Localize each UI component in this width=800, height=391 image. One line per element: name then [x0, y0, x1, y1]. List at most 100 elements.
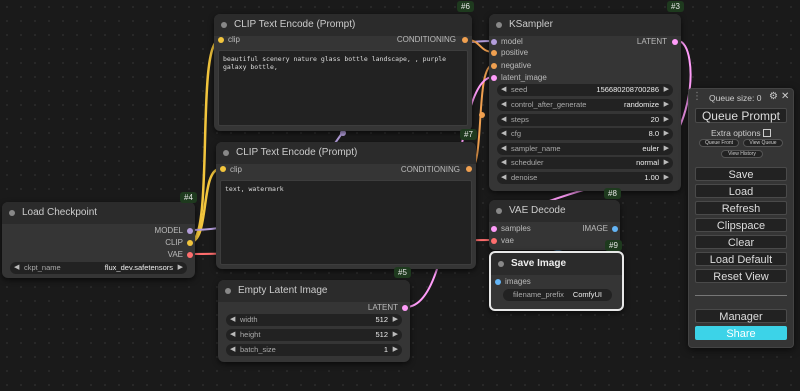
- image-output-pin[interactable]: [612, 226, 618, 232]
- increment-arrow-icon[interactable]: ▶: [393, 329, 398, 341]
- node-title[interactable]: VAE Decode: [489, 200, 620, 222]
- increment-arrow-icon[interactable]: ▶: [393, 344, 398, 356]
- denoise-widget[interactable]: ◀ denoise 1.00 ▶: [497, 172, 673, 184]
- node-title[interactable]: Save Image: [491, 253, 622, 275]
- decrement-arrow-icon[interactable]: ◀: [501, 157, 506, 169]
- decrement-arrow-icon[interactable]: ◀: [501, 172, 506, 184]
- increment-arrow-icon[interactable]: ▶: [664, 114, 669, 126]
- samples-input-pin[interactable]: [491, 226, 497, 232]
- images-input-label: images: [505, 277, 531, 286]
- clip-text-encode-negative-node[interactable]: CLIP Text Encode (Prompt) clip CONDITION…: [216, 142, 476, 269]
- queue-prompt-button[interactable]: Queue Prompt: [695, 108, 787, 123]
- save-image-node[interactable]: Save Image images filename_prefix ComfyU…: [489, 251, 624, 311]
- empty-latent-image-node[interactable]: Empty Latent Image LATENT ◀ width 512 ▶ …: [218, 280, 410, 362]
- decrement-arrow-icon[interactable]: ◀: [14, 262, 19, 274]
- node-title[interactable]: Load Checkpoint: [2, 202, 195, 224]
- height-widget[interactable]: ◀ height 512 ▶: [226, 329, 402, 341]
- clip-output-pin[interactable]: [187, 240, 193, 246]
- model-input-pin[interactable]: [491, 39, 497, 45]
- drag-handle-icon[interactable]: ⋮: [692, 91, 702, 102]
- width-widget[interactable]: ◀ width 512 ▶: [226, 314, 402, 326]
- conditioning-output-pin[interactable]: [462, 37, 468, 43]
- vae-decode-node[interactable]: VAE Decode samples vae IMAGE: [489, 200, 620, 250]
- ckpt-name-widget[interactable]: ◀ ckpt_name flux_dev.safetensors ▶: [10, 262, 187, 274]
- latent-image-input-label: latent_image: [501, 73, 547, 82]
- clipspace-button[interactable]: Clipspace: [695, 218, 787, 232]
- prompt-textarea[interactable]: beautiful scenery nature glass bottle la…: [218, 50, 468, 126]
- view-history-button[interactable]: View History: [721, 150, 763, 158]
- cfg-widget[interactable]: ◀ cfg 8.0 ▶: [497, 128, 673, 140]
- increment-arrow-icon[interactable]: ▶: [664, 172, 669, 184]
- ksampler-node[interactable]: KSampler model positive negative latent_…: [489, 14, 681, 191]
- prompt-textarea[interactable]: text, watermark: [220, 180, 472, 265]
- latent-image-input-pin[interactable]: [491, 75, 497, 81]
- decrement-arrow-icon[interactable]: ◀: [501, 84, 506, 96]
- increment-arrow-icon[interactable]: ▶: [393, 314, 398, 326]
- decrement-arrow-icon[interactable]: ◀: [501, 114, 506, 126]
- latent-output-pin[interactable]: [672, 39, 678, 45]
- decrement-arrow-icon[interactable]: ◀: [230, 329, 235, 341]
- increment-arrow-icon[interactable]: ▶: [664, 99, 669, 111]
- collapse-dot-icon[interactable]: [223, 150, 229, 156]
- sampler-name-widget[interactable]: ◀ sampler_name euler ▶: [497, 143, 673, 155]
- control-after-generate-widget[interactable]: ◀ control_after_generate randomize ▶: [497, 99, 673, 111]
- reset-view-button[interactable]: Reset View: [695, 269, 787, 283]
- scheduler-widget[interactable]: ◀ scheduler normal ▶: [497, 157, 673, 169]
- load-default-button[interactable]: Load Default: [695, 252, 787, 266]
- clip-input-pin[interactable]: [220, 166, 226, 172]
- collapse-dot-icon[interactable]: [498, 261, 504, 267]
- decrement-arrow-icon[interactable]: ◀: [501, 143, 506, 155]
- increment-arrow-icon[interactable]: ▶: [664, 157, 669, 169]
- close-icon[interactable]: ✕: [781, 91, 789, 102]
- gear-icon[interactable]: ⚙: [769, 91, 778, 102]
- conditioning-output-label: CONDITIONING: [400, 165, 460, 174]
- decrement-arrow-icon[interactable]: ◀: [501, 128, 506, 140]
- seed-widget[interactable]: ◀ seed 156680208700286 ▶: [497, 84, 673, 96]
- manager-button[interactable]: Manager: [695, 309, 787, 323]
- vae-input-pin[interactable]: [491, 238, 497, 244]
- node-title[interactable]: CLIP Text Encode (Prompt): [216, 142, 476, 164]
- extra-options-label: Extra options: [711, 128, 761, 138]
- collapse-dot-icon[interactable]: [221, 22, 227, 28]
- view-queue-button[interactable]: View Queue: [743, 139, 783, 147]
- images-input-pin[interactable]: [495, 279, 501, 285]
- increment-arrow-icon[interactable]: ▶: [664, 84, 669, 96]
- node-title[interactable]: CLIP Text Encode (Prompt): [214, 14, 472, 36]
- extra-options-checkbox[interactable]: [763, 129, 771, 137]
- refresh-button[interactable]: Refresh: [695, 201, 787, 215]
- model-output-pin[interactable]: [187, 228, 193, 234]
- decrement-arrow-icon[interactable]: ◀: [230, 314, 235, 326]
- steps-widget[interactable]: ◀ steps 20 ▶: [497, 114, 673, 126]
- conditioning-output-pin[interactable]: [466, 166, 472, 172]
- collapse-dot-icon[interactable]: [496, 208, 502, 214]
- share-button[interactable]: Share: [695, 326, 787, 340]
- clear-button[interactable]: Clear: [695, 235, 787, 249]
- save-button[interactable]: Save: [695, 167, 787, 181]
- load-checkpoint-node[interactable]: Load Checkpoint MODEL CLIP VAE ◀ ckpt_na…: [2, 202, 195, 278]
- clip-input-label: clip: [228, 35, 241, 44]
- load-button[interactable]: Load: [695, 184, 787, 198]
- decrement-arrow-icon[interactable]: ◀: [230, 344, 235, 356]
- menu-divider: [695, 295, 787, 296]
- node-title[interactable]: KSampler: [489, 14, 681, 36]
- increment-arrow-icon[interactable]: ▶: [664, 143, 669, 155]
- clip-text-encode-positive-node[interactable]: CLIP Text Encode (Prompt) clip CONDITION…: [214, 14, 472, 131]
- queue-size-label: Queue size: 0: [709, 93, 762, 103]
- batch-size-widget[interactable]: ◀ batch_size 1 ▶: [226, 344, 402, 356]
- latent-output-pin[interactable]: [402, 305, 408, 311]
- decrement-arrow-icon[interactable]: ◀: [501, 99, 506, 111]
- filename-prefix-widget[interactable]: filename_prefix ComfyUI: [503, 289, 612, 301]
- latent-output-label: LATENT: [636, 37, 667, 46]
- collapse-dot-icon[interactable]: [225, 288, 231, 294]
- positive-input-pin[interactable]: [491, 50, 497, 56]
- clip-input-pin[interactable]: [218, 37, 224, 43]
- collapse-dot-icon[interactable]: [9, 210, 15, 216]
- queue-front-button[interactable]: Queue Front: [699, 139, 739, 147]
- increment-arrow-icon[interactable]: ▶: [664, 128, 669, 140]
- samples-input-label: samples: [501, 224, 531, 233]
- collapse-dot-icon[interactable]: [496, 22, 502, 28]
- node-title[interactable]: Empty Latent Image: [218, 280, 410, 302]
- vae-output-pin[interactable]: [187, 252, 193, 258]
- negative-input-pin[interactable]: [491, 63, 497, 69]
- increment-arrow-icon[interactable]: ▶: [178, 262, 183, 274]
